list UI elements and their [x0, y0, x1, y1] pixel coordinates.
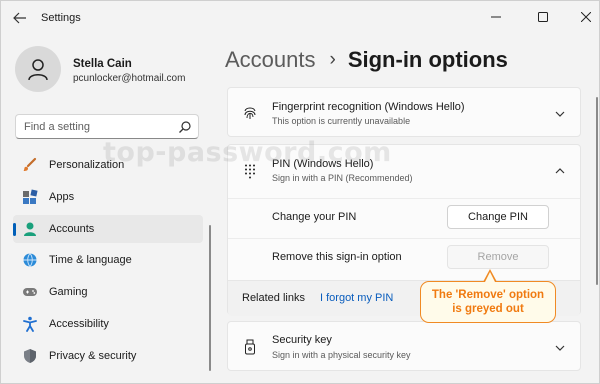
shield-icon: [22, 348, 38, 364]
pin-title: PIN (Windows Hello): [272, 158, 374, 170]
sidebar-scrollbar[interactable]: [209, 225, 211, 371]
back-arrow-icon[interactable]: [9, 8, 31, 28]
sidebar-item-gaming[interactable]: Gaming: [13, 278, 203, 306]
pin-subtitle: Sign in with a PIN (Recommended): [272, 173, 413, 183]
profile-name: Stella Cain: [73, 58, 132, 70]
content-scrollbar[interactable]: [596, 97, 598, 285]
globe-clock-icon: [22, 252, 38, 268]
sidebar-item-label: Accounts: [49, 222, 95, 235]
avatar[interactable]: [15, 46, 61, 92]
sidebar-item-label: Accessibility: [49, 317, 109, 330]
brush-icon: [22, 157, 38, 173]
chevron-up-icon[interactable]: [554, 165, 566, 177]
fingerprint-title: Fingerprint recognition (Windows Hello): [272, 101, 465, 113]
apps-icon: [22, 189, 38, 205]
sidebar-item-label: Time & language: [49, 254, 132, 267]
usb-key-icon: [245, 339, 255, 355]
keypad-icon: [245, 164, 255, 179]
title-bar: Settings: [1, 1, 599, 35]
sidebar-item-time-language[interactable]: Time & language: [13, 246, 203, 274]
settings-window: Settings Stella Cain pcunlocker@hotmail.…: [0, 0, 600, 384]
search-placeholder: Find a setting: [24, 121, 91, 133]
breadcrumb-parent[interactable]: Accounts: [225, 47, 316, 73]
search-input[interactable]: Find a setting: [15, 114, 199, 139]
fingerprint-card[interactable]: Fingerprint recognition (Windows Hello) …: [227, 87, 581, 137]
sidebar-item-label: Apps: [49, 190, 75, 203]
remove-button: Remove: [447, 245, 549, 269]
sidebar-item-apps[interactable]: Apps: [13, 183, 203, 211]
sidebar-item-accessibility[interactable]: Accessibility: [13, 310, 203, 338]
change-pin-button[interactable]: Change PIN: [447, 205, 549, 229]
security-key-subtitle: Sign in with a physical security key: [272, 350, 411, 360]
profile-email: pcunlocker@hotmail.com: [73, 73, 186, 84]
sidebar-item-label: Personalization: [49, 159, 125, 171]
remove-option-label: Remove this sign-in option: [272, 251, 402, 263]
chevron-down-icon[interactable]: [554, 342, 566, 354]
forgot-pin-link[interactable]: I forgot my PIN: [320, 292, 393, 304]
security-key-title: Security key: [272, 334, 332, 346]
person-icon: [28, 59, 48, 81]
app-title: Settings: [41, 12, 81, 24]
close-button[interactable]: [575, 7, 597, 27]
annotation-callout: The 'Remove' option is greyed out: [420, 281, 556, 323]
accessibility-icon: [22, 316, 38, 332]
security-key-card[interactable]: Security key Sign in with a physical sec…: [227, 321, 581, 371]
divider: [228, 198, 580, 199]
person-icon: [22, 221, 38, 237]
fingerprint-icon: [244, 107, 256, 119]
sidebar-item-accounts[interactable]: Accounts: [13, 214, 203, 243]
callout-line: is greyed out: [452, 303, 524, 315]
related-links-label: Related links: [242, 292, 305, 304]
page-title: Sign-in options: [347, 47, 508, 72]
breadcrumb: Accounts › Sign-in options: [225, 47, 508, 73]
callout-line: The 'Remove' option: [431, 289, 545, 301]
search-icon[interactable]: [178, 120, 192, 134]
sidebar-nav: Personalization Apps Accounts Time & lan…: [13, 151, 203, 374]
sidebar-item-privacy-security[interactable]: Privacy & security: [13, 342, 203, 370]
sidebar-item-label: Gaming: [49, 286, 88, 299]
divider: [228, 238, 580, 239]
fingerprint-subtitle: This option is currently unavailable: [272, 116, 411, 126]
callout-pointer-fill: [485, 272, 495, 282]
gamepad-icon: [22, 284, 38, 300]
maximize-button[interactable]: [532, 7, 554, 27]
chevron-right-icon: ›: [329, 49, 336, 70]
chevron-down-icon[interactable]: [554, 108, 566, 120]
sidebar-item-personalization[interactable]: Personalization: [13, 151, 203, 179]
minimize-button[interactable]: [485, 7, 507, 27]
sidebar-item-label: Privacy & security: [49, 349, 137, 362]
change-pin-label: Change your PIN: [272, 211, 357, 223]
